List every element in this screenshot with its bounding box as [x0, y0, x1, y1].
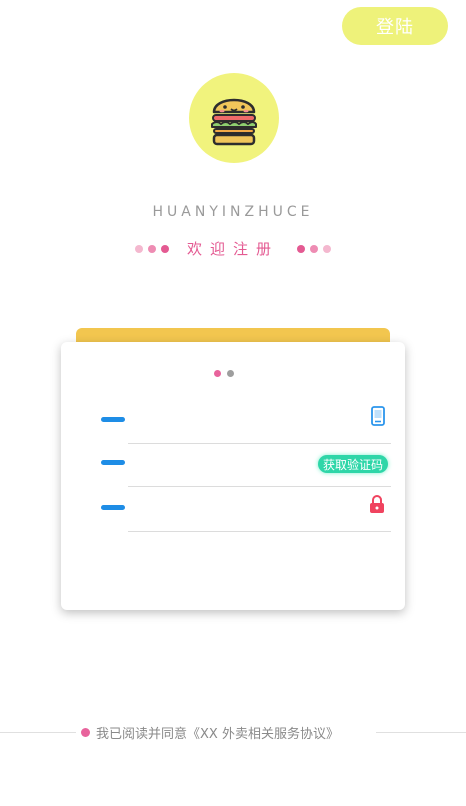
right-dots: [297, 244, 331, 253]
lock-icon: [369, 494, 385, 518]
field-marker: [101, 417, 125, 422]
field-marker: [101, 505, 125, 510]
pager-dot-active[interactable]: [214, 370, 221, 377]
dot: [297, 244, 305, 253]
right-rule: [376, 732, 466, 733]
left-dots: [134, 244, 169, 253]
agreement-checkbox[interactable]: [81, 728, 90, 737]
divider: [128, 531, 391, 532]
dot: [147, 244, 156, 253]
login-button[interactable]: 登陆: [342, 7, 448, 45]
burger-icon: [211, 98, 257, 146]
phone-input[interactable]: [137, 406, 317, 434]
welcome-banner: 欢迎注册: [0, 238, 466, 259]
phone-icon: [371, 406, 385, 430]
avatar: [189, 73, 279, 163]
brand-title: HUANYINZHUCE: [152, 204, 314, 220]
verification-code-input[interactable]: [137, 449, 317, 477]
dot: [134, 244, 143, 253]
field-marker: [101, 460, 125, 465]
left-rule: [0, 732, 76, 733]
pager-dot[interactable]: [227, 370, 234, 377]
phone-row: [101, 404, 391, 444]
code-row: 获取验证码: [101, 447, 391, 487]
divider: [128, 443, 391, 444]
agreement-row: 我已阅读并同意《XX 外卖相关服务协议》: [0, 722, 466, 742]
agreement-link[interactable]: 我已阅读并同意《XX 外卖相关服务协议》: [96, 723, 339, 742]
welcome-text: 欢迎注册: [186, 240, 279, 258]
divider: [128, 486, 391, 487]
password-input[interactable]: [137, 494, 317, 522]
get-code-button[interactable]: 获取验证码: [317, 455, 388, 473]
dot: [310, 244, 318, 253]
card-pager: [214, 370, 234, 377]
dot: [323, 244, 331, 253]
password-row: [101, 492, 391, 532]
dot: [160, 244, 169, 253]
